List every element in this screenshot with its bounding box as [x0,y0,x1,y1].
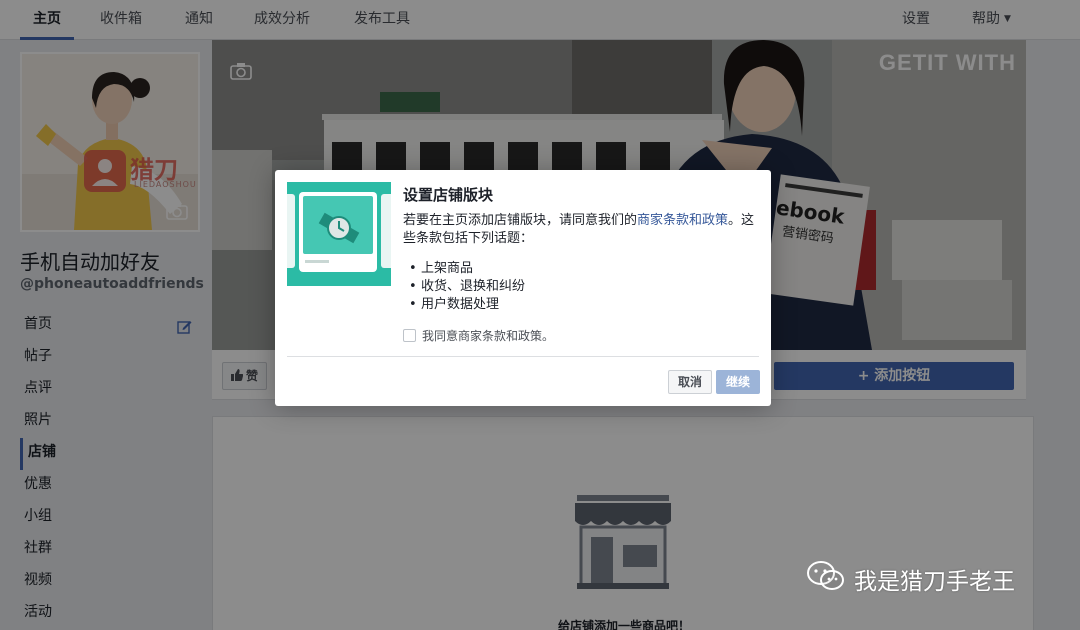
setup-shop-dialog: 设置店铺版块 若要在主页添加店铺版块，请同意我们的商家条款和政策。这些条款包括下… [275,170,771,406]
watch-icon [315,204,363,256]
dialog-title: 设置店铺版块 [403,186,494,204]
desc-prefix: 若要在主页添加店铺版块，请同意我们的 [403,213,638,228]
agree-checkbox[interactable] [403,329,416,342]
dialog-divider [287,356,759,357]
list-item: 上架商品 [409,260,525,278]
agree-label[interactable]: 我同意商家条款和政策。 [422,329,554,343]
agree-checkbox-row[interactable]: 我同意商家条款和政策。 [403,327,554,345]
cancel-button[interactable]: 取消 [668,370,712,394]
wechat-icon [806,560,846,605]
topics-list: 上架商品 收货、退换和纠纷 用户数据处理 [409,260,525,314]
watermark-text: 我是猎刀手老王 [854,569,1015,595]
dialog-description: 若要在主页添加店铺版块，请同意我们的商家条款和政策。这些条款包括下列话题： [403,212,761,248]
list-item: 收货、退换和纠纷 [409,278,525,296]
continue-button[interactable]: 继续 [716,370,760,394]
wechat-watermark: 我是猎刀手老王 [806,560,1015,600]
merchant-terms-link[interactable]: 商家条款和政策 [637,213,728,228]
shop-setup-illustration [287,182,391,286]
list-item: 用户数据处理 [409,296,525,314]
